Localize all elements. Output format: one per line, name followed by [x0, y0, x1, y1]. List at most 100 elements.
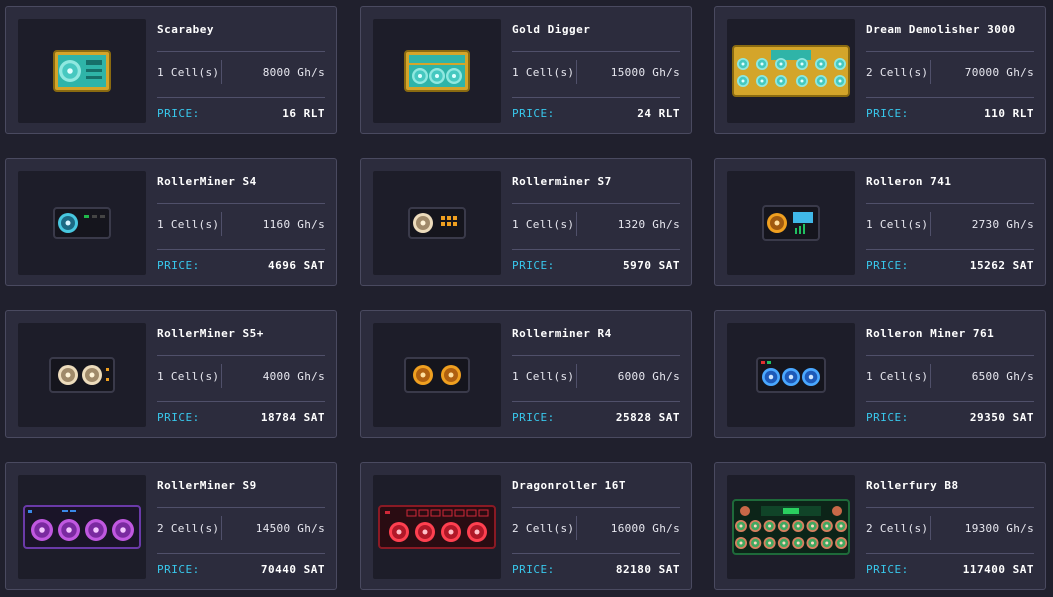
miner-cells: 2 Cell(s)	[157, 522, 220, 535]
miner-info: Dream Demolisher 3000 2 Cell(s) 70000 Gh…	[866, 19, 1034, 123]
miner-name: RollerMiner S5+	[157, 327, 264, 340]
miner-power: 15000 Gh/s	[610, 66, 680, 79]
miner-card[interactable]: Dream Demolisher 3000 2 Cell(s) 70000 Gh…	[714, 6, 1046, 134]
miner-info: Dragonroller 16T 2 Cell(s) 16000 Gh/s PR…	[512, 475, 680, 579]
divider	[866, 249, 1034, 250]
miner-cells: 2 Cell(s)	[866, 522, 929, 535]
miner-info: RollerMiner S4 1 Cell(s) 1160 Gh/s PRICE…	[157, 171, 325, 275]
miner-price: 82180 SAT	[615, 563, 680, 576]
price-label: PRICE:	[866, 411, 909, 424]
divider	[157, 51, 325, 52]
divider	[512, 355, 680, 356]
miner-name: Rollerminer S7	[512, 175, 612, 188]
divider	[157, 507, 325, 508]
rollerminer-r4-miner-icon	[373, 323, 501, 427]
price-label: PRICE:	[866, 563, 909, 576]
rollerminer-s4-miner-icon	[18, 171, 146, 275]
miner-name: RollerMiner S9	[157, 479, 257, 492]
miner-power: 4000 Gh/s	[262, 370, 325, 383]
miner-info: Scarabey 1 Cell(s) 8000 Gh/s PRICE: 16 R…	[157, 19, 325, 123]
divider	[157, 355, 325, 356]
miner-info: Rollerminer S7 1 Cell(s) 1320 Gh/s PRICE…	[512, 171, 680, 275]
divider	[157, 97, 325, 98]
miner-power: 1160 Gh/s	[262, 218, 325, 231]
divider	[157, 401, 325, 402]
miner-price: 4696 SAT	[268, 259, 325, 272]
miner-cells: 1 Cell(s)	[512, 66, 575, 79]
miner-card[interactable]: Dragonroller 16T 2 Cell(s) 16000 Gh/s PR…	[360, 462, 692, 590]
miner-name: Dream Demolisher 3000	[866, 23, 1016, 36]
miner-card[interactable]: RollerMiner S5+ 1 Cell(s) 4000 Gh/s PRIC…	[5, 310, 337, 438]
miner-cells: 1 Cell(s)	[157, 370, 220, 383]
miner-card[interactable]: Gold Digger 1 Cell(s) 15000 Gh/s PRICE: …	[360, 6, 692, 134]
miner-card[interactable]: Scarabey 1 Cell(s) 8000 Gh/s PRICE: 16 R…	[5, 6, 337, 134]
divider	[221, 364, 222, 388]
miner-power: 19300 Gh/s	[964, 522, 1034, 535]
miner-card[interactable]: RollerMiner S4 1 Cell(s) 1160 Gh/s PRICE…	[5, 158, 337, 286]
divider	[576, 212, 577, 236]
miner-price: 5970 SAT	[623, 259, 680, 272]
miner-price: 24 RLT	[637, 107, 680, 120]
divider	[221, 212, 222, 236]
miner-cells: 1 Cell(s)	[512, 370, 575, 383]
divider	[576, 60, 577, 84]
miner-cells: 2 Cell(s)	[512, 522, 575, 535]
miner-price: 110 RLT	[984, 107, 1034, 120]
divider	[930, 212, 931, 236]
divider	[866, 97, 1034, 98]
miner-name: Rolleron Miner 761	[866, 327, 995, 340]
price-label: PRICE:	[512, 411, 555, 424]
miner-name: Scarabey	[157, 23, 214, 36]
miner-price: 70440 SAT	[260, 563, 325, 576]
dream-demolisher-miner-icon	[727, 19, 855, 123]
divider	[866, 553, 1034, 554]
rollerminer-s5plus-miner-icon	[18, 323, 146, 427]
divider	[930, 60, 931, 84]
divider	[866, 51, 1034, 52]
divider	[221, 60, 222, 84]
miner-name: Rollerminer R4	[512, 327, 612, 340]
miner-power: 6500 Gh/s	[971, 370, 1034, 383]
miner-cells: 1 Cell(s)	[866, 218, 929, 231]
divider	[512, 97, 680, 98]
miner-info: RollerMiner S5+ 1 Cell(s) 4000 Gh/s PRIC…	[157, 323, 325, 427]
divider	[512, 401, 680, 402]
divider	[930, 516, 931, 540]
miner-info: RollerMiner S9 2 Cell(s) 14500 Gh/s PRIC…	[157, 475, 325, 579]
miner-cells: 2 Cell(s)	[866, 66, 929, 79]
rolleron-741-miner-icon	[727, 171, 855, 275]
price-label: PRICE:	[866, 259, 909, 272]
miner-cells: 1 Cell(s)	[157, 66, 220, 79]
divider	[866, 507, 1034, 508]
miner-info: Rollerminer R4 1 Cell(s) 6000 Gh/s PRICE…	[512, 323, 680, 427]
miner-grid: Scarabey 1 Cell(s) 8000 Gh/s PRICE: 16 R…	[0, 0, 1053, 597]
miner-info: Rollerfury B8 2 Cell(s) 19300 Gh/s PRICE…	[866, 475, 1034, 579]
miner-card[interactable]: Rolleron Miner 761 1 Cell(s) 6500 Gh/s P…	[714, 310, 1046, 438]
divider	[866, 355, 1034, 356]
price-label: PRICE:	[512, 563, 555, 576]
price-label: PRICE:	[157, 259, 200, 272]
price-label: PRICE:	[866, 107, 909, 120]
rollerminer-s7-miner-icon	[373, 171, 501, 275]
divider	[157, 249, 325, 250]
miner-price: 18784 SAT	[260, 411, 325, 424]
miner-card[interactable]: RollerMiner S9 2 Cell(s) 14500 Gh/s PRIC…	[5, 462, 337, 590]
divider	[221, 516, 222, 540]
miner-power: 8000 Gh/s	[262, 66, 325, 79]
scarabey-miner-icon	[18, 19, 146, 123]
miner-card[interactable]: Rolleron 741 1 Cell(s) 2730 Gh/s PRICE: …	[714, 158, 1046, 286]
miner-card[interactable]: Rollerminer S7 1 Cell(s) 1320 Gh/s PRICE…	[360, 158, 692, 286]
miner-name: RollerMiner S4	[157, 175, 257, 188]
divider	[866, 401, 1034, 402]
divider	[512, 51, 680, 52]
miner-card[interactable]: Rollerfury B8 2 Cell(s) 19300 Gh/s PRICE…	[714, 462, 1046, 590]
divider	[576, 516, 577, 540]
miner-name: Rollerfury B8	[866, 479, 959, 492]
miner-power: 2730 Gh/s	[971, 218, 1034, 231]
miner-card[interactable]: Rollerminer R4 1 Cell(s) 6000 Gh/s PRICE…	[360, 310, 692, 438]
miner-info: Rolleron Miner 761 1 Cell(s) 6500 Gh/s P…	[866, 323, 1034, 427]
price-label: PRICE:	[157, 563, 200, 576]
miner-power: 1320 Gh/s	[617, 218, 680, 231]
miner-name: Rolleron 741	[866, 175, 952, 188]
miner-price: 16 RLT	[282, 107, 325, 120]
